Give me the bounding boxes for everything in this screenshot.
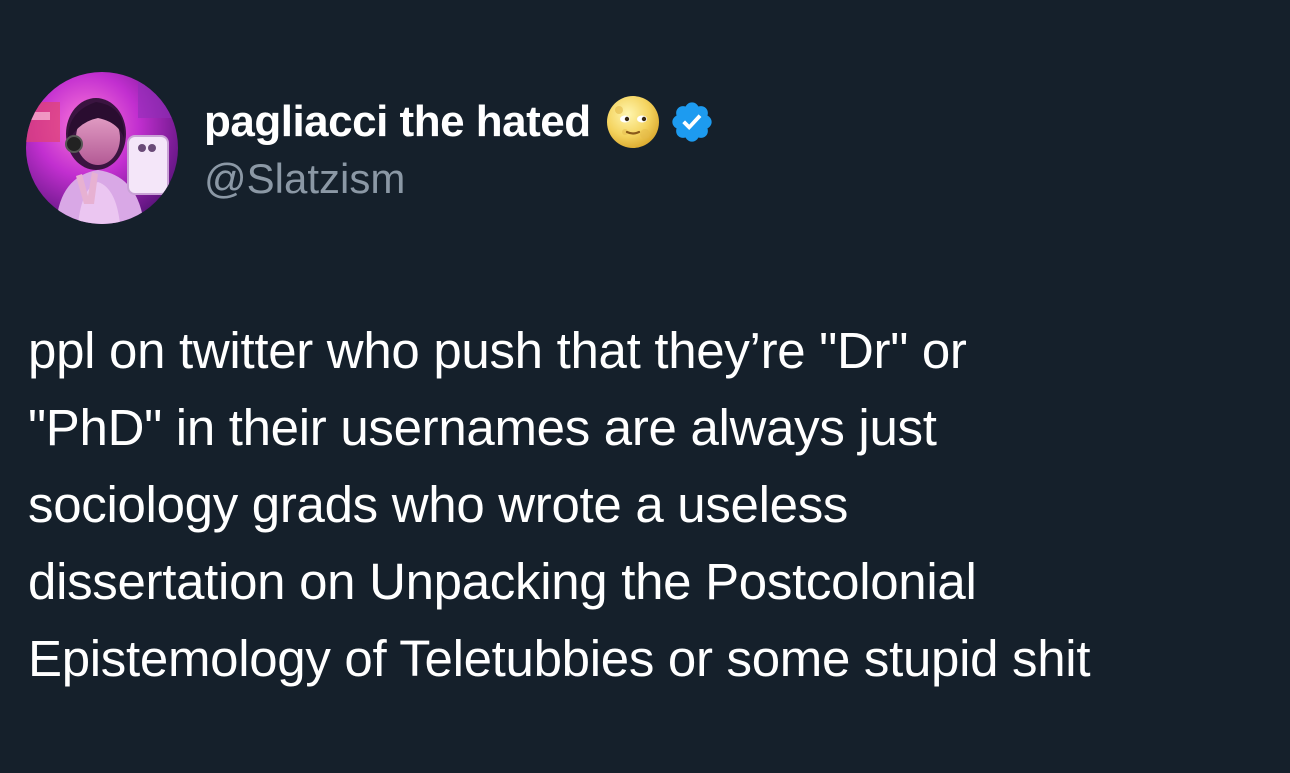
display-name[interactable]: pagliacci the hated	[204, 97, 591, 147]
tweet-header: pagliacci the hated @Slatzism	[26, 72, 715, 224]
avatar[interactable]	[26, 72, 178, 224]
tweet-text-line: ppl on twitter who push that they’re "Dr…	[28, 322, 967, 379]
full-moon-face-icon	[605, 94, 661, 150]
user-handle[interactable]: @Slatzism	[204, 155, 715, 203]
tweet-text-line: sociology grads who wrote a useless	[28, 476, 849, 533]
verified-badge-icon[interactable]	[669, 99, 715, 145]
tweet-text-line: "PhD" in their usernames are always just	[28, 399, 937, 456]
tweet-body: ppl on twitter who push that they’re "Dr…	[28, 312, 1268, 697]
tweet-text-line: Epistemology of Teletubbies or some stup…	[28, 630, 1091, 687]
name-row: pagliacci the hated	[204, 93, 715, 151]
author-identity: pagliacci the hated @Slatzism	[204, 93, 715, 203]
tweet-text-line: dissertation on Unpacking the Postcoloni…	[28, 553, 977, 610]
tweet-card: pagliacci the hated @Slatzism ppl on twi…	[0, 0, 1290, 773]
avatar-image	[26, 72, 178, 224]
